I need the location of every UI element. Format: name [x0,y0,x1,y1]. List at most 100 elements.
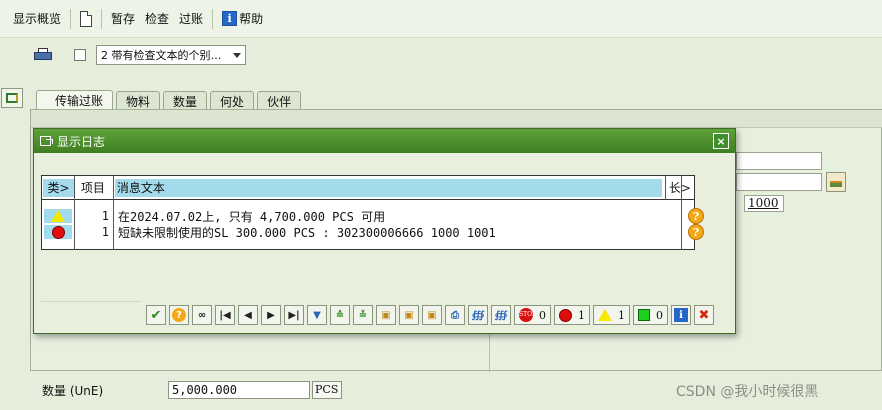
sort-descending-button[interactable]: ≚ [353,305,373,325]
toolbar-separator [101,8,103,29]
filter-button[interactable]: ▼ [307,305,327,325]
column-length[interactable]: 长> [664,175,694,200]
tree-icon [6,93,18,103]
info-button[interactable]: i [671,305,691,325]
type-cell [44,225,72,239]
check-icon: ✔ [150,307,162,323]
long-text-icon[interactable]: ? [688,208,704,224]
first-page-button[interactable]: |◀ [215,305,235,325]
overview-button[interactable]: 显示概览 [8,7,66,31]
toolbar-separator [212,8,214,29]
help-button[interactable]: i 帮助 [217,7,268,31]
tab-partner[interactable]: 伙伴 [257,91,302,110]
unit-field[interactable]: PCS [312,381,342,399]
background-input-2[interactable] [736,173,822,191]
warning-icon [598,309,612,321]
sort-ascending-button[interactable]: ≙ [330,305,350,325]
last-page-icon: ▶| [288,309,300,321]
close-button[interactable]: × [713,133,729,149]
stop-count: 0 [539,308,546,322]
layout-button-1[interactable]: ▣ [376,305,396,325]
next-page-button[interactable]: ▶ [261,305,281,325]
option-checkbox[interactable] [74,49,86,61]
quantity-label: 数量 (UnE) [42,383,104,398]
tab-quantity[interactable]: 数量 [163,91,208,110]
stop-count-filter[interactable]: STOP 0 [514,305,551,325]
info-icon: i [222,11,238,26]
type-cell [44,209,72,223]
tab-where[interactable]: 何处 [210,91,255,110]
success-count: 0 [656,308,663,322]
tab-transfer-posting[interactable]: 传输过账 [36,90,114,110]
technical-info-button[interactable]: ∞ [192,305,212,325]
column-type[interactable]: 类> [43,178,74,197]
help-button[interactable]: ? [169,305,189,325]
check-button[interactable]: 检查 [140,7,174,31]
warning-count-filter[interactable]: 1 [593,305,630,325]
help-label: 帮助 [239,12,264,26]
tab-label: 何处 [220,94,245,109]
item-cell: 1 [101,225,109,239]
hold-button[interactable]: 暂存 [106,7,140,31]
printer-icon: ⎙ [451,309,459,321]
post-label: 过账 [179,12,204,26]
divider [41,301,141,302]
message-cell: 短缺未限制使用的SL 300.000 PCS : 302300006666 10… [118,225,496,240]
tree-toggle-button[interactable] [1,88,23,108]
quantity-field[interactable]: 5,000.000 [168,381,310,399]
toolbar-separator [70,8,72,29]
question-icon: ? [172,308,186,322]
previous-icon: ◀ [244,309,252,321]
column-message-text[interactable]: 消息文本 [114,178,662,197]
sort-ascending-icon: ≙ [335,309,345,321]
panel-divider [489,330,490,372]
binoculars-icon: ∰ [471,309,485,321]
layout-button-3[interactable]: ▣ [422,305,442,325]
image-picker-button[interactable] [826,172,846,192]
long-text-icon[interactable]: ? [688,224,704,240]
tab-label: 物料 [126,94,151,109]
column-item[interactable]: 项目 [73,175,111,200]
dropdown-value: 2 带有检查文本的个别… [101,49,222,62]
layout-icon: ▣ [427,309,437,321]
plant-field[interactable]: 1000 [744,195,784,212]
new-document-button[interactable] [75,7,97,31]
last-page-button[interactable]: ▶| [284,305,304,325]
hold-label: 暂存 [111,12,136,26]
cancel-button[interactable]: ✖ [694,305,714,325]
tab-label: 伙伴 [267,94,292,109]
table-header: 类> 项目 消息文本 长> [42,175,694,200]
sort-descending-icon: ≚ [358,309,368,321]
post-button[interactable]: 过账 [174,7,208,31]
printer-icon[interactable] [34,48,52,62]
find-button[interactable]: ∰ [468,305,488,325]
secondary-toolbar: 2 带有检查文本的个别… [0,40,882,70]
stop-icon: STOP [519,308,536,322]
table-row[interactable]: 1 短缺未限制使用的SL 300.000 PCS : 302300006666 … [42,224,704,240]
message-table: 类> 项目 消息文本 长> 1 在2024.07.02上, 只有 4,700.0… [41,175,704,250]
quantity-row: 数量 (UnE) 5,000.000 PCS [42,381,342,399]
chevron-down-icon [233,52,241,58]
tab-strip: 传输过账 物料 数量 何处 伙伴 [36,90,304,110]
close-icon: × [716,134,726,148]
document-icon [80,10,93,27]
previous-page-button[interactable]: ◀ [238,305,258,325]
tab-material[interactable]: 物料 [116,91,161,110]
layout-icon: ▣ [404,309,414,321]
find-next-button[interactable]: ∰ [491,305,511,325]
cancel-icon: ✖ [698,307,710,323]
layout-button-2[interactable]: ▣ [399,305,419,325]
overview-label: 显示概览 [13,12,62,26]
warning-count: 1 [618,308,625,322]
display-mode-dropdown[interactable]: 2 带有检查文本的个别… [96,45,246,65]
confirm-button[interactable]: ✔ [146,305,166,325]
tab-label: 数量 [173,94,198,109]
print-button[interactable]: ⎙ [445,305,465,325]
error-count-filter[interactable]: 1 [554,305,590,325]
table-row[interactable]: 1 在2024.07.02上, 只有 4,700.000 PCS 可用 ? [42,208,704,224]
error-icon [51,225,65,239]
export-icon [40,136,53,146]
application-toolbar: 显示概览 暂存 检查 过账 i 帮助 [0,0,882,38]
background-input-1[interactable] [736,152,822,170]
success-count-filter[interactable]: 0 [633,305,668,325]
